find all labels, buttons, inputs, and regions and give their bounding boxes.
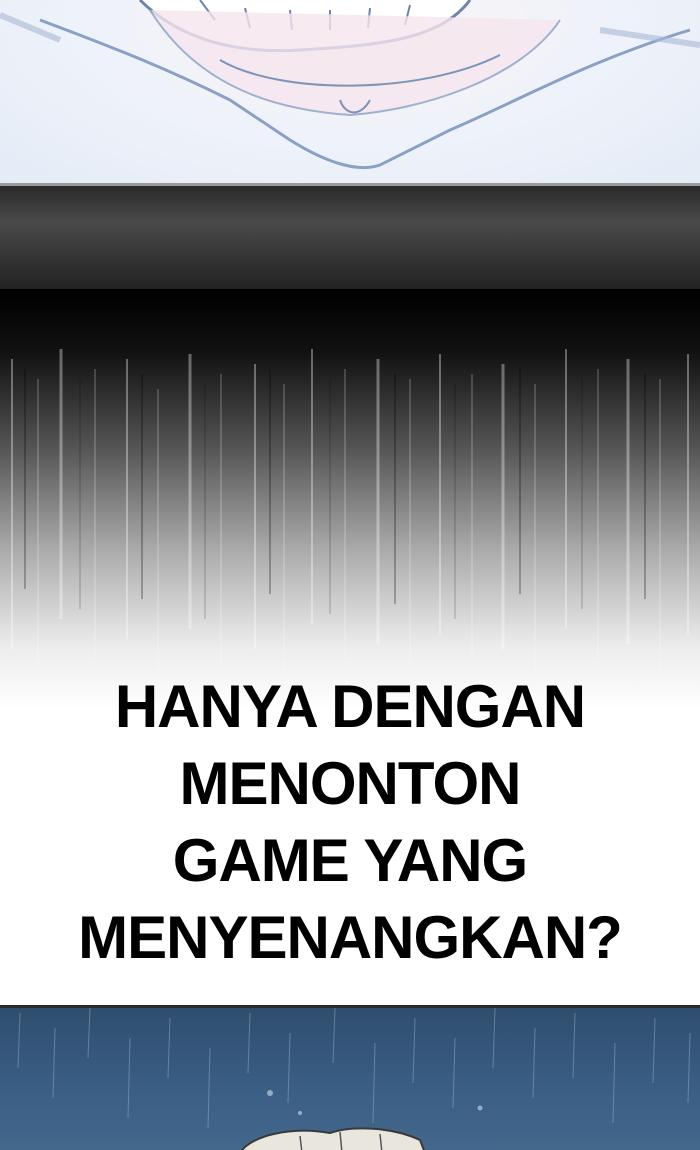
- speed-lines-panel: [0, 289, 700, 709]
- panel-smiling-face: [0, 0, 700, 183]
- caption-line-1: HANYA DENGAN: [114, 673, 586, 740]
- panel-divider: [0, 183, 700, 289]
- narration-caption: HANYA DENGAN MENONTON GAME YANG MENYENAN…: [0, 668, 700, 976]
- smiling-face-illustration: [0, 0, 700, 169]
- panel-rain-scene: [0, 1005, 700, 1150]
- rain-illustration: [17, 1008, 691, 1150]
- caption-line-3: GAME YANG: [172, 827, 528, 894]
- speed-lines: [11, 349, 689, 679]
- caption-line-2: MENONTON: [179, 750, 522, 817]
- caption-line-4: MENYENANGKAN?: [78, 904, 623, 971]
